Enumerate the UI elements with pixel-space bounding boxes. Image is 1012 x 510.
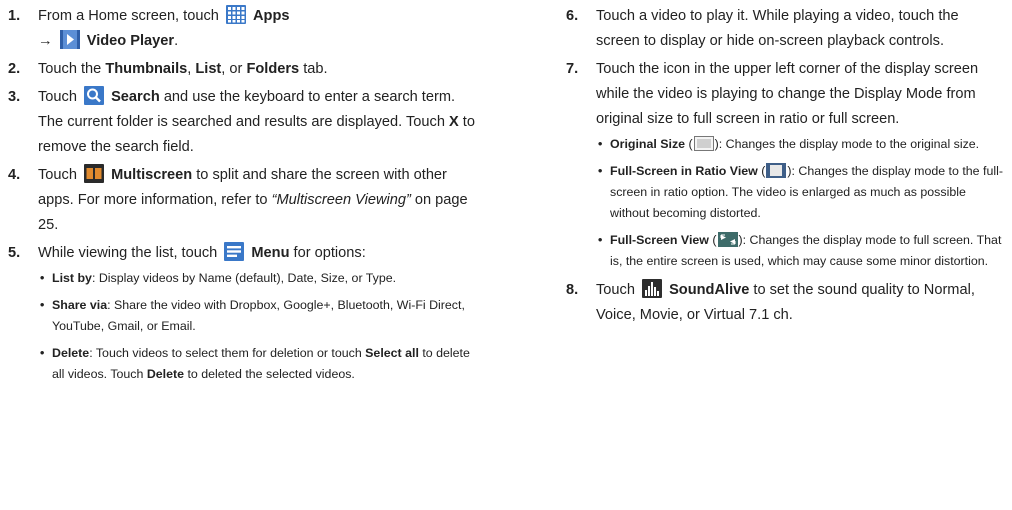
apps-label: Apps bbox=[253, 8, 290, 24]
full-screen-ratio-icon bbox=[766, 163, 787, 178]
video-player-label: Video Player bbox=[86, 33, 175, 49]
step-2: 2. Touch the Thumbnails, List, or Folder… bbox=[8, 57, 478, 82]
step-1: 1. From a Home screen, touch Apps → Vide… bbox=[8, 4, 478, 54]
step-text: Touch the icon in the upper left corner … bbox=[596, 61, 979, 127]
menu-label: Menu bbox=[251, 245, 290, 261]
step-number: 4. bbox=[8, 167, 21, 183]
step-8: 8. Touch SoundAlive to set the sound qua… bbox=[566, 278, 1006, 328]
step-7: 7. Touch the icon in the upper left corn… bbox=[566, 57, 1006, 272]
step-number: 5. bbox=[8, 245, 21, 261]
full-screen-icon bbox=[717, 232, 738, 247]
x-label: X bbox=[449, 114, 459, 130]
list-item: Full-Screen in Ratio View ( ): Changes t… bbox=[596, 161, 1006, 224]
arrow: → bbox=[38, 33, 53, 49]
step-number: 1. bbox=[8, 8, 21, 24]
thumbnails-label: Thumbnails bbox=[105, 61, 188, 77]
multiscreen-label: Multiscreen bbox=[111, 167, 193, 183]
list-item: Original Size ( ): Changes the display m… bbox=[596, 134, 1006, 155]
step-5: 5. While viewing the list, touch Menu fo… bbox=[8, 241, 478, 385]
step-3: 3. Touch Search and use the keyboard to … bbox=[8, 85, 478, 160]
menu-icon bbox=[224, 242, 245, 261]
search-icon bbox=[84, 86, 105, 105]
list-item: Full-Screen View ( ): Changes the displa… bbox=[596, 230, 1006, 272]
step-number: 3. bbox=[8, 89, 21, 105]
list-item: Delete: Touch videos to select them for … bbox=[38, 343, 478, 385]
step-text: Touch a video to play it. While playing … bbox=[596, 8, 959, 49]
soundalive-label: SoundAlive bbox=[669, 282, 750, 298]
right-column: 6. Touch a video to play it. While playi… bbox=[566, 4, 1006, 331]
cross-reference-link[interactable]: “Multiscreen Viewing” bbox=[272, 192, 411, 208]
search-label: Search bbox=[111, 89, 160, 105]
folders-label: Folders bbox=[246, 61, 300, 77]
apps-grid-icon bbox=[225, 5, 246, 24]
multiscreen-icon bbox=[84, 164, 105, 183]
list-label: List bbox=[195, 61, 222, 77]
original-size-icon bbox=[693, 136, 714, 151]
list-item: List by: Display videos by Name (default… bbox=[38, 268, 478, 289]
soundalive-icon bbox=[642, 279, 663, 298]
list-item: Share via: Share the video with Dropbox,… bbox=[38, 295, 478, 337]
left-column: 1. From a Home screen, touch Apps → Vide… bbox=[8, 4, 478, 391]
step-6: 6. Touch a video to play it. While playi… bbox=[566, 4, 1006, 54]
step-number: 2. bbox=[8, 61, 21, 77]
step-4: 4. Touch Multiscreen to split and share … bbox=[8, 163, 478, 238]
step-number: 7. bbox=[566, 61, 579, 77]
step-number: 6. bbox=[566, 8, 579, 24]
video-player-icon bbox=[59, 30, 80, 49]
step-number: 8. bbox=[566, 282, 579, 298]
step-text: From a Home screen, touch bbox=[38, 8, 219, 24]
